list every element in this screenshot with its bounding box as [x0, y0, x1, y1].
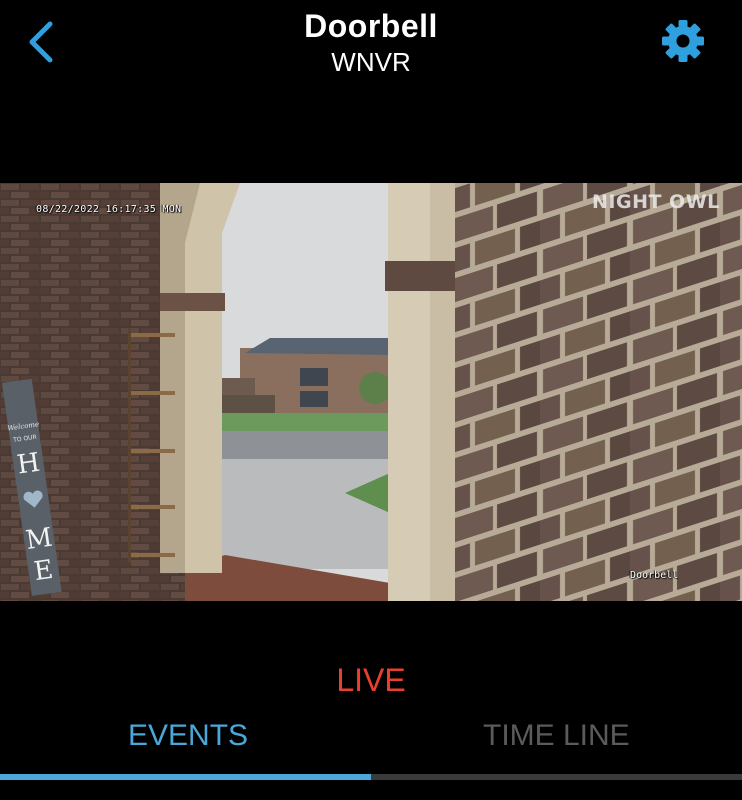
camera-name-overlay: Doorbell — [630, 570, 679, 581]
tab-indicator-track — [0, 774, 742, 780]
tab-active-indicator — [0, 774, 371, 780]
settings-button[interactable] — [659, 17, 707, 65]
video-timestamp: 08/22/2022 16:17:35 MON — [36, 204, 182, 215]
live-video-feed[interactable]: Welcome TO OUR H M E 08/22/2022 16:17:35… — [0, 183, 742, 601]
tab-time-line[interactable]: TIME LINE — [483, 719, 630, 753]
brand-watermark: NIGHT OWL — [592, 191, 720, 213]
live-button[interactable]: LIVE — [0, 662, 742, 699]
camera-snapshot: Welcome TO OUR H M E — [0, 183, 742, 601]
sign-letter-h: H — [15, 448, 42, 481]
device-subtitle: WNVR — [331, 47, 411, 77]
tab-events[interactable]: EVENTS — [128, 719, 248, 753]
gear-icon — [662, 20, 704, 62]
page-title: Doorbell — [304, 8, 438, 44]
sign-letter-m: M — [24, 523, 55, 556]
top-bar: Doorbell WNVR — [0, 0, 742, 90]
